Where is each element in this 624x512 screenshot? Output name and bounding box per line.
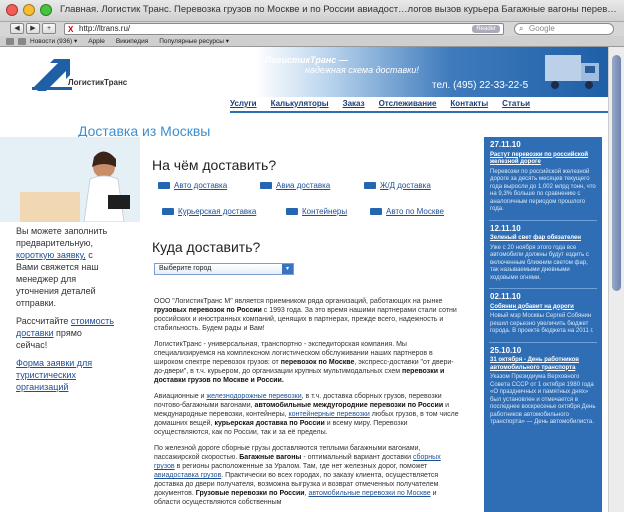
manager-photo: [0, 137, 140, 222]
site-header: ЛогистикТранс ЛогистикТранс — надежная с…: [0, 47, 608, 97]
news-item: 02.11.10 Собянин добавит на дороги Новый…: [484, 289, 602, 342]
top-sites-grid-icon[interactable]: [18, 38, 26, 45]
what-heading: На чём доставить?: [152, 157, 277, 173]
news-date: 02.11.10: [490, 292, 521, 301]
search-icon: ⌕: [519, 24, 524, 33]
bookmark-apple[interactable]: Apple: [88, 38, 105, 45]
back-button[interactable]: ◀: [10, 23, 24, 34]
site-favicon-icon: X: [68, 25, 74, 34]
service-label: Курьерская доставка: [178, 207, 257, 216]
left-promo-calc: Рассчитайте стоимость доставки прямо сей…: [16, 315, 114, 351]
chevron-down-icon: ▾: [282, 264, 293, 274]
search-input[interactable]: ⌕ Google: [514, 23, 614, 35]
service-air[interactable]: Авиа доставка: [260, 181, 330, 190]
title-bar: Главная. Логистик Транс. Перевозка грузо…: [0, 0, 624, 22]
moscow-auto-link[interactable]: автомобильные перевозки по Москве: [308, 490, 430, 497]
reader-button[interactable]: Reader: [472, 25, 500, 33]
service-moscow[interactable]: Авто по Москве: [370, 207, 444, 216]
add-bookmark-button[interactable]: +: [42, 23, 56, 34]
air-delivery-link[interactable]: авиадоставка грузов: [154, 472, 221, 479]
main-text: ООО "ЛогистикТранс М" является приемнико…: [154, 297, 460, 512]
news-title[interactable]: Собянин добавит на дороги: [490, 304, 597, 312]
service-rail[interactable]: Ж/Д доставка: [364, 181, 431, 190]
news-title[interactable]: Зеленый свет фар обязателен: [490, 235, 597, 243]
train-icon: [364, 182, 376, 189]
menu-tracking[interactable]: Отслеживание: [379, 99, 437, 111]
scrollbar-thumb[interactable]: [612, 55, 621, 291]
slogan-main: ЛогистикТранс —: [265, 55, 348, 65]
service-courier[interactable]: Курьерская доставка: [162, 207, 256, 216]
minimize-icon[interactable]: [23, 4, 35, 16]
left-column: Вы можете заполнить предварительную, кор…: [16, 225, 114, 399]
left-text: Рассчитайте: [16, 316, 69, 326]
paragraph-2: ЛогистикТранс - универсальная, транспорт…: [154, 341, 454, 384]
paragraph-3: Авиационные и железнодорожные перевозки,…: [154, 393, 459, 436]
main-menu: Услуги Калькуляторы Заказ Отслеживание К…: [230, 99, 608, 111]
news-title[interactable]: 31 октября - День работников автомобильн…: [490, 357, 597, 372]
menu-services[interactable]: Услуги: [230, 99, 257, 111]
paragraph-1: ООО "ЛогистикТранс М" является приемнико…: [154, 298, 457, 332]
toolbar: ◀ ▶ + X http://ltrans.ru/ Reader ⌕ Googl…: [0, 22, 624, 36]
paragraph-4: По железной дороге сборные грузы доставл…: [154, 445, 441, 506]
menu-articles[interactable]: Статьи: [502, 99, 530, 111]
window-title: Главная. Логистик Транс. Перевозка грузо…: [60, 4, 620, 15]
bookmarks-bar: Новости (936) ▾ Apple Википедия Популярн…: [0, 36, 624, 47]
left-promo-request: Вы можете заполнить предварительную, кор…: [16, 225, 114, 309]
news-item: 25.10.10 31 октября - День работников ав…: [484, 343, 602, 433]
brand-name: ЛогистикТранс: [68, 78, 128, 87]
service-containers[interactable]: Контейнеры: [286, 207, 347, 216]
bookmarks-book-icon[interactable]: [6, 38, 14, 45]
address-url: http://ltrans.ru/: [79, 24, 131, 33]
header-phone: тел. (495) 22-33-22-5: [432, 80, 529, 91]
service-auto[interactable]: Авто доставка: [158, 181, 227, 190]
news-text: Указом Президиума Верховного Совета СССР…: [490, 374, 596, 425]
container-link[interactable]: контейнерные перевозки: [289, 411, 370, 418]
where-heading: Куда доставить?: [152, 239, 261, 255]
menu-calculators[interactable]: Калькуляторы: [271, 99, 329, 111]
bookmark-news[interactable]: Новости (936) ▾: [30, 37, 77, 45]
search-placeholder: Google: [529, 24, 555, 33]
menu-divider: [230, 111, 608, 113]
news-title[interactable]: Растут перевозки по российской железной …: [490, 152, 597, 167]
plane-icon: [260, 182, 272, 189]
news-item: 27.11.10 Растут перевозки по российской …: [484, 137, 602, 220]
courier-icon: [162, 208, 174, 215]
left-text: Вы можете заполнить предварительную,: [16, 226, 108, 248]
service-label: Авто по Москве: [386, 207, 444, 216]
service-label: Авто доставка: [174, 181, 228, 190]
city-select[interactable]: Выберите город ▾: [154, 263, 294, 275]
container-icon: [286, 208, 298, 215]
news-text: Перевозки по российской железной дороге …: [490, 168, 596, 213]
slogan-sub: надежная схема доставки!: [305, 65, 419, 75]
car-icon: [370, 208, 382, 215]
web-page: ЛогистикТранс ЛогистикТранс — надежная с…: [0, 47, 608, 512]
truck-small-icon: [158, 182, 170, 189]
browser-window: Главная. Логистик Транс. Перевозка грузо…: [0, 0, 624, 512]
city-select-value: Выберите город: [159, 265, 212, 272]
menu-contacts[interactable]: Контакты: [450, 99, 488, 111]
news-text: Уже с 20 ноября этого года все автомобил…: [490, 244, 589, 281]
address-bar[interactable]: X http://ltrans.ru/ Reader: [64, 23, 504, 35]
service-label: Контейнеры: [302, 207, 348, 216]
news-item: 12.11.10 Зеленый свет фар обязателен Уже…: [484, 221, 602, 289]
forward-button[interactable]: ▶: [26, 23, 40, 34]
bookmark-wikipedia[interactable]: Википедия: [116, 38, 148, 45]
zoom-icon[interactable]: [40, 4, 52, 16]
menu-order[interactable]: Заказ: [343, 99, 365, 111]
tourist-form-link[interactable]: Форма заявки для туристических организац…: [16, 358, 92, 392]
news-date: 27.11.10: [490, 140, 521, 149]
close-icon[interactable]: [6, 4, 18, 16]
service-label: Авиа доставка: [276, 181, 331, 190]
logo-icon[interactable]: [32, 57, 72, 91]
news-date: 25.10.10: [490, 345, 522, 355]
news-date: 12.11.10: [490, 223, 521, 233]
short-request-link[interactable]: короткую заявку,: [16, 250, 86, 260]
news-sidebar: 27.11.10 Растут перевозки по российской …: [484, 137, 602, 512]
vertical-scrollbar[interactable]: [608, 47, 624, 512]
service-label: Ж/Д доставка: [380, 181, 431, 190]
rail-link[interactable]: железнодорожные перевозки: [206, 393, 301, 400]
truck-icon: [545, 55, 599, 89]
news-text: Новый мэр Москвы Сергей Собянин решил се…: [490, 313, 594, 334]
bookmark-popular[interactable]: Популярные ресурсы ▾: [159, 37, 229, 45]
